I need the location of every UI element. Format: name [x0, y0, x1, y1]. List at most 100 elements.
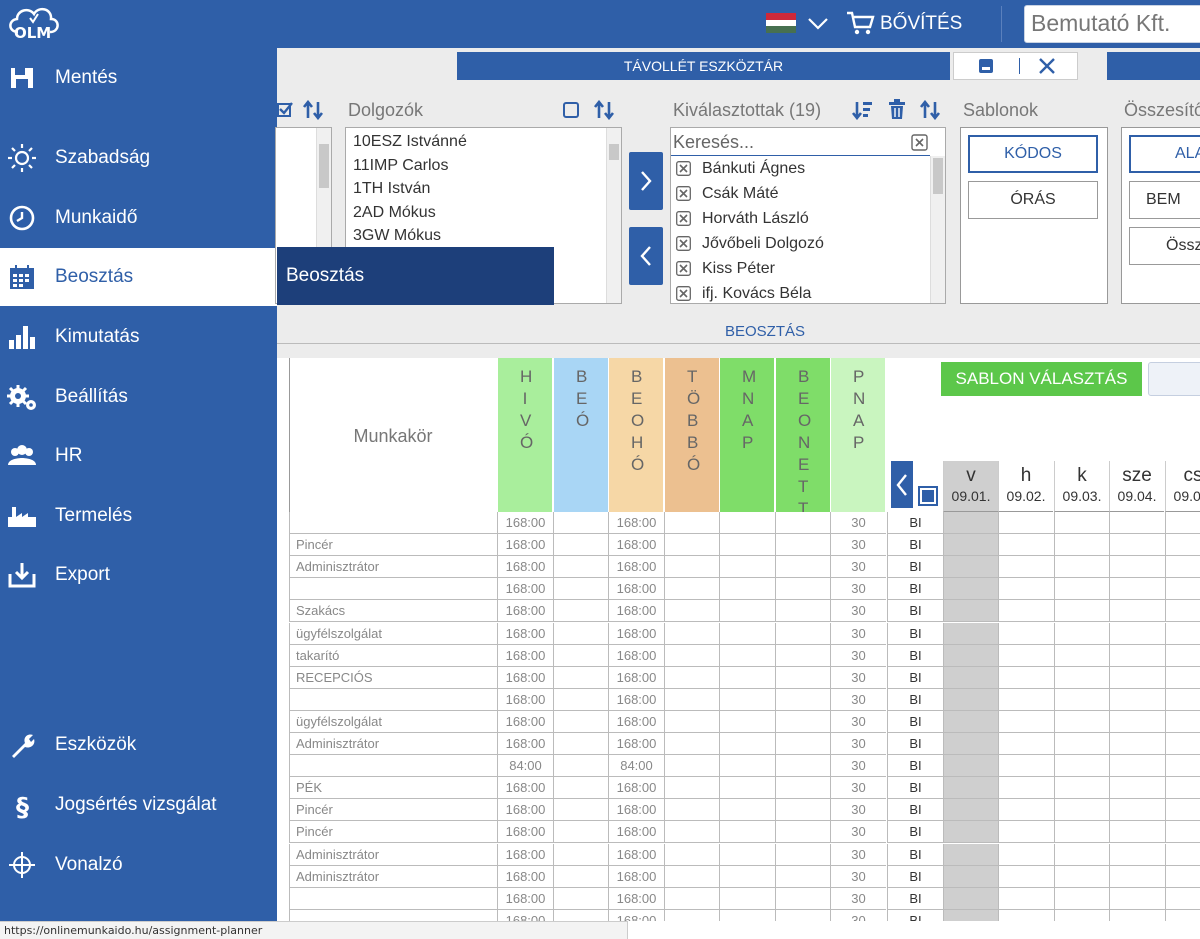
code-cell[interactable]: BI: [887, 755, 943, 778]
job-cell[interactable]: Pincér: [289, 534, 497, 557]
day-cell[interactable]: [1109, 666, 1165, 689]
day-cell[interactable]: [1054, 710, 1109, 733]
minimize-icon[interactable]: [977, 57, 995, 75]
paid-days-cell[interactable]: 30: [830, 644, 886, 667]
day-cell[interactable]: [998, 688, 1054, 711]
day-cell[interactable]: [1165, 600, 1200, 623]
workdays-cell[interactable]: [719, 865, 775, 888]
table-row[interactable]: Adminisztrátor 168:00 168:00 30 BI: [277, 733, 1200, 755]
scheduled-monthly-hours-cell[interactable]: 168:00: [608, 777, 664, 800]
day-cell[interactable]: [1109, 843, 1165, 866]
code-cell[interactable]: BI: [887, 733, 943, 755]
remove-icon[interactable]: [676, 236, 691, 251]
job-cell[interactable]: Adminisztrátor: [289, 733, 497, 755]
list-item[interactable]: 10ESZ Istvánné: [346, 130, 621, 154]
code-cell[interactable]: BI: [887, 666, 943, 689]
scheduled-hours-cell[interactable]: [553, 887, 608, 910]
day-cell[interactable]: [998, 755, 1054, 778]
expand-button[interactable]: BŐVÍTÉS: [880, 13, 962, 35]
day-cell[interactable]: [943, 512, 998, 534]
job-cell[interactable]: Adminisztrátor: [289, 556, 497, 579]
official-hours-cell[interactable]: 168:00: [497, 865, 553, 888]
selected-item[interactable]: ifj. Kovács Béla: [671, 281, 945, 303]
paid-days-cell[interactable]: 30: [830, 578, 886, 601]
official-hours-cell[interactable]: 168:00: [497, 733, 553, 755]
day-cell[interactable]: [1109, 887, 1165, 910]
day-cell[interactable]: [1165, 821, 1200, 844]
day-cell[interactable]: [1109, 600, 1165, 623]
net-schedule-cell[interactable]: [775, 512, 830, 534]
day-cell[interactable]: [998, 644, 1054, 667]
sort-desc-icon[interactable]: [851, 100, 873, 120]
official-hours-cell[interactable]: 168:00: [497, 821, 553, 844]
workdays-cell[interactable]: [719, 843, 775, 866]
company-selector[interactable]: Bemutató Kft.: [1024, 5, 1200, 43]
absence-toolbar-title[interactable]: TÁVOLLÉT ESZKÖZTÁR: [457, 52, 950, 80]
workdays-cell[interactable]: [719, 821, 775, 844]
sort-icon[interactable]: [302, 100, 324, 120]
scheduled-monthly-hours-cell[interactable]: 84:00: [608, 755, 664, 778]
paid-days-cell[interactable]: 30: [830, 710, 886, 733]
list-item[interactable]: 1TH István: [346, 177, 621, 201]
workdays-cell[interactable]: [719, 777, 775, 800]
trash-icon[interactable]: [888, 99, 906, 120]
day-cell[interactable]: [998, 821, 1054, 844]
day-cell[interactable]: [1165, 733, 1200, 755]
schedule-flyout[interactable]: Beosztás: [277, 247, 554, 305]
day-cell[interactable]: [1165, 865, 1200, 888]
workdays-cell[interactable]: [719, 688, 775, 711]
day-cell[interactable]: [943, 556, 998, 579]
job-cell[interactable]: [289, 578, 497, 601]
remove-selected-button[interactable]: [629, 227, 663, 285]
day-cell[interactable]: [1165, 843, 1200, 866]
day-cell[interactable]: [1054, 755, 1109, 778]
scheduled-hours-cell[interactable]: [553, 710, 608, 733]
table-row[interactable]: PÉK 168:00 168:00 30 BI: [277, 777, 1200, 800]
template-coded-button[interactable]: KÓDOS: [968, 135, 1098, 173]
day-cell[interactable]: [998, 578, 1054, 601]
table-row[interactable]: Pincér 168:00 168:00 30 BI: [277, 821, 1200, 844]
day-cell[interactable]: [998, 777, 1054, 800]
workdays-cell[interactable]: [719, 578, 775, 601]
day-cell[interactable]: [998, 534, 1054, 557]
remove-icon[interactable]: [676, 211, 691, 226]
overtime-cell[interactable]: [664, 710, 719, 733]
sidebar-item-compliance[interactable]: § Jogsértés vizsgálat: [0, 776, 277, 834]
day-cell[interactable]: [1165, 556, 1200, 579]
day-column-header[interactable]: k 09.03.: [1054, 461, 1109, 512]
paid-days-cell[interactable]: 30: [830, 733, 886, 755]
workdays-cell[interactable]: [719, 733, 775, 755]
overtime-cell[interactable]: [664, 688, 719, 711]
official-hours-cell[interactable]: 168:00: [497, 666, 553, 689]
scheduled-hours-cell[interactable]: [553, 512, 608, 534]
table-row[interactable]: takarító 168:00 168:00 30 BI: [277, 644, 1200, 667]
summary-column-header[interactable]: BEOH Ó: [608, 358, 663, 512]
code-cell[interactable]: BI: [887, 843, 943, 866]
job-cell[interactable]: ügyfélszolgálat: [289, 710, 497, 733]
summary-total-button[interactable]: Össz: [1129, 227, 1200, 265]
table-row[interactable]: ügyfélszolgálat 168:00 168:00 30 BI: [277, 622, 1200, 645]
day-cell[interactable]: [1054, 688, 1109, 711]
day-column-header[interactable]: sze 09.04.: [1109, 461, 1164, 512]
day-cell[interactable]: [998, 556, 1054, 579]
scrollbar[interactable]: [606, 128, 621, 303]
close-icon[interactable]: [1036, 55, 1058, 77]
overtime-cell[interactable]: [664, 733, 719, 755]
list-item[interactable]: 3GW Mókus: [346, 224, 621, 248]
day-cell[interactable]: [1109, 644, 1165, 667]
scheduled-monthly-hours-cell[interactable]: 168:00: [608, 534, 664, 557]
day-cell[interactable]: [1109, 821, 1165, 844]
selected-item[interactable]: Jővőbeli Dolgozó: [671, 231, 945, 256]
sidebar-item-ruler[interactable]: Vonalzó: [0, 836, 277, 894]
scheduled-hours-cell[interactable]: [553, 821, 608, 844]
official-hours-cell[interactable]: 168:00: [497, 534, 553, 557]
scheduled-hours-cell[interactable]: [553, 578, 608, 601]
table-row[interactable]: Pincér 168:00 168:00 30 BI: [277, 534, 1200, 557]
table-row[interactable]: 168:00 168:00 30BI: [277, 688, 1200, 711]
day-cell[interactable]: [1054, 843, 1109, 866]
scheduled-monthly-hours-cell[interactable]: 168:00: [608, 622, 664, 645]
scheduled-hours-cell[interactable]: [553, 777, 608, 800]
paid-days-cell[interactable]: 30: [830, 755, 886, 778]
code-cell[interactable]: BI: [887, 887, 943, 910]
day-cell[interactable]: [1165, 512, 1200, 534]
